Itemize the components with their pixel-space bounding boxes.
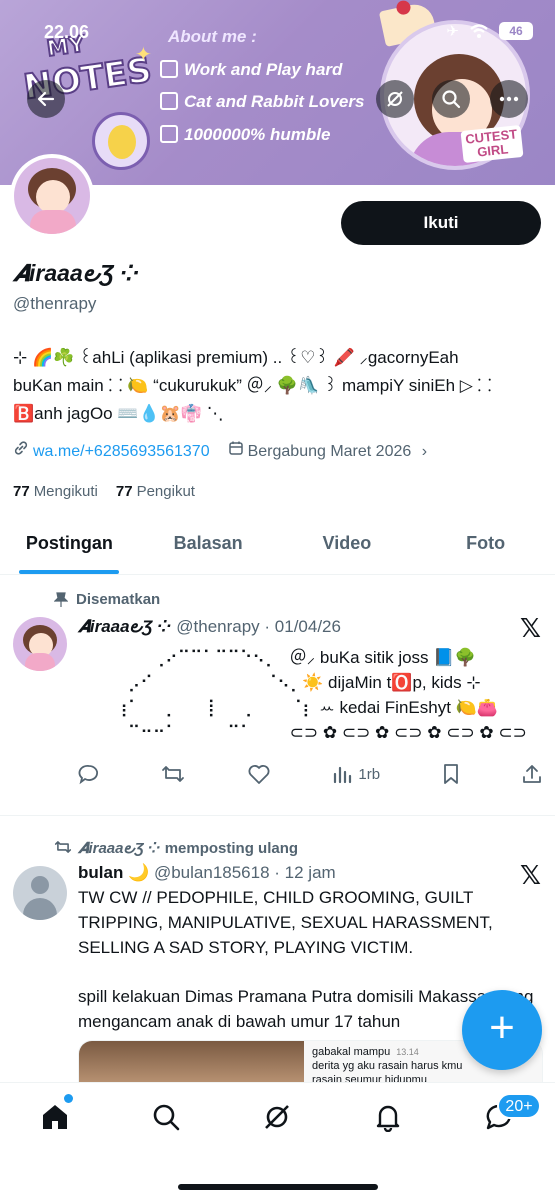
checkbox-icon xyxy=(160,125,178,143)
search-icon xyxy=(442,90,461,109)
joined-date[interactable]: Bergabung Maret 2026 › xyxy=(228,440,427,461)
bookmark-icon xyxy=(443,764,458,784)
tweet-meta: @bulan185618 · 12 jam xyxy=(153,863,336,882)
status-time: 22.06 xyxy=(44,22,90,42)
banner-about-item: 1000000% humble xyxy=(160,125,330,145)
bio-line: 🅱️anh jagOo ⌨️💧🐹👘 ⋱ xyxy=(13,404,224,423)
home-icon xyxy=(43,1105,67,1129)
follow-button[interactable]: Ikuti xyxy=(341,201,541,245)
banner-about-item: Cat and Rabbit Lovers xyxy=(160,92,364,112)
search-icon xyxy=(153,1104,180,1131)
pinned-label: Disematkan xyxy=(54,591,160,608)
followers-stat[interactable]: 77 Pengikut xyxy=(116,483,195,500)
reply-button[interactable] xyxy=(78,763,100,785)
repost-button[interactable] xyxy=(161,763,185,785)
status-icons: ✈ 46 xyxy=(446,22,533,40)
profile-link[interactable]: wa.me/+6285693561370 xyxy=(13,440,210,461)
back-button[interactable] xyxy=(27,80,65,118)
active-tab-indicator xyxy=(19,570,120,574)
link-icon xyxy=(14,441,28,455)
tweet-line: ⠀⠀⠀⢰⠁⠀⠀⡀⠀⠀⢸⠀⠀⢀⠀⠀⠀⠈⡆ ꕀ kedai FinEshyt 🍋👛 xyxy=(78,698,498,717)
repost-icon xyxy=(162,766,185,782)
star-icon: ✦ xyxy=(135,44,152,66)
tweet-divider xyxy=(0,815,555,816)
nav-notifications[interactable] xyxy=(358,1097,418,1137)
media-photo xyxy=(79,1041,304,1084)
tweet-header: bulan 🌙 @bulan185618 · 12 jam xyxy=(78,863,336,883)
bio-line: buKan main ⸬ 🍋 “cukurukuk” ＠⸝ 🌳🛝 ꒱ mampi… xyxy=(13,376,492,395)
profile-bio: ⊹ 🌈☘️ ꒰ahLi (aplikasi premium) .. ꒰♡꒱ 🖍️… xyxy=(13,344,543,428)
tweet-author-name[interactable]: bulan 🌙 xyxy=(78,863,149,882)
tab-balasan[interactable]: Balasan xyxy=(139,515,278,574)
banner-about-item: Work and Play hard xyxy=(160,60,342,80)
nav-grok[interactable] xyxy=(247,1097,307,1137)
bottom-nav xyxy=(0,1082,555,1200)
grok-icon xyxy=(265,1105,289,1129)
grok-button[interactable] xyxy=(376,80,414,118)
share-icon xyxy=(523,765,541,783)
plus-icon: + xyxy=(489,1003,515,1052)
views-button[interactable]: 1rb xyxy=(332,764,380,784)
profile-stats: 77 Mengikuti 77 Pengikut xyxy=(13,483,195,500)
tweet-line: ⠀⠀⠀⠀⠉⠒⠒⠁⠀⠀⠀⠀⠉⠁⠀⠀⠀⊂⊃ ✿ ⊂⊃ ✿ ⊂⊃ ✿ ⊂⊃ ✿ ⊂⊃ xyxy=(78,723,527,742)
tweet-header: 𝑨iraaa౿Ʒ ⁘ @thenrapy · 01/04/26 xyxy=(78,617,341,641)
tweet-author-name[interactable]: 𝑨iraaa౿Ʒ ⁘ xyxy=(78,617,172,636)
repost-icon xyxy=(54,841,72,853)
cutest-girl-sticker: CUTEST GIRL xyxy=(460,124,524,164)
tweet-avatar[interactable] xyxy=(13,866,67,920)
chevron-right-icon: › xyxy=(421,443,428,460)
battery-icon: 46 xyxy=(499,22,533,40)
bell-icon xyxy=(376,1105,400,1132)
tweet-actions: 1rb xyxy=(78,763,543,785)
bookmark-button[interactable] xyxy=(442,763,460,785)
airplane-icon: ✈ xyxy=(446,23,459,40)
following-stat[interactable]: 77 Mengikuti xyxy=(13,483,98,500)
chick-sticker xyxy=(92,112,150,170)
checkbox-icon xyxy=(160,92,178,110)
profile-meta: wa.me/+6285693561370 Bergabung Maret 202… xyxy=(13,440,427,461)
tweet-meta: @thenrapy · 01/04/26 xyxy=(176,617,341,636)
bio-line: ⊹ 🌈☘️ ꒰ahLi (aplikasi premium) .. ꒰♡꒱ 🖍️… xyxy=(13,348,459,367)
more-button[interactable] xyxy=(490,80,528,118)
x-logo-icon: 𝕏 xyxy=(520,614,541,644)
tweet-text: ⠀⠀⠀⠀⠀⠀⢀⠔⠉⠉⠁⠉⠉⠑⠢⡀⠀＠⸝ buKa sitik joss 📘🌳 ⠀… xyxy=(78,645,543,745)
tweet-line: ⠀⠀⠀⠀⡠⠊⠀⠀⠀⠀⠀⠀⠀⠀⠀⠈⠢⡀☀️ dijaMin t🅾️p, kids … xyxy=(78,673,481,692)
tab-foto[interactable]: Foto xyxy=(416,515,555,574)
calendar-icon xyxy=(228,441,243,455)
nav-home[interactable] xyxy=(25,1097,85,1137)
wifi-icon xyxy=(470,24,488,38)
messages-badge: 20+ xyxy=(497,1093,541,1119)
tweet-line: ⠀⠀⠀⠀⠀⠀⢀⠔⠉⠉⠁⠉⠉⠑⠢⡀⠀＠⸝ buKa sitik joss 📘🌳 xyxy=(78,648,476,667)
display-name: 𝑨iraaa౿Ʒ ⁘ xyxy=(13,260,140,286)
repost-label: 𝑨iraaa౿Ʒ ⁘ memposting ulang xyxy=(54,839,298,861)
views-icon xyxy=(334,766,352,784)
arrow-left-icon xyxy=(37,91,55,107)
heart-icon xyxy=(248,765,270,784)
profile-avatar[interactable] xyxy=(10,154,94,238)
like-button[interactable] xyxy=(247,763,271,785)
tab-postingan[interactable]: Postingan xyxy=(0,515,139,574)
search-button[interactable] xyxy=(432,80,470,118)
nav-search[interactable] xyxy=(136,1097,196,1137)
profile-tabs: Postingan Balasan Video Foto xyxy=(0,515,555,575)
share-button[interactable] xyxy=(521,763,543,785)
tweet-avatar[interactable] xyxy=(13,617,67,671)
tab-video[interactable]: Video xyxy=(278,515,417,574)
banner-about-title: About me : xyxy=(168,27,257,46)
checkbox-icon xyxy=(160,60,178,78)
profile-handle: @thenrapy xyxy=(13,294,97,313)
compose-button[interactable]: + xyxy=(462,990,542,1070)
tweet-paragraph: TW CW // PEDOPHILE, CHILD GROOMING, GUIL… xyxy=(78,888,493,957)
home-notification-dot xyxy=(64,1094,73,1103)
pin-icon xyxy=(54,591,68,607)
home-indicator[interactable] xyxy=(178,1184,378,1190)
grok-icon xyxy=(387,91,403,107)
reply-icon xyxy=(78,764,98,785)
more-icon xyxy=(499,96,519,102)
